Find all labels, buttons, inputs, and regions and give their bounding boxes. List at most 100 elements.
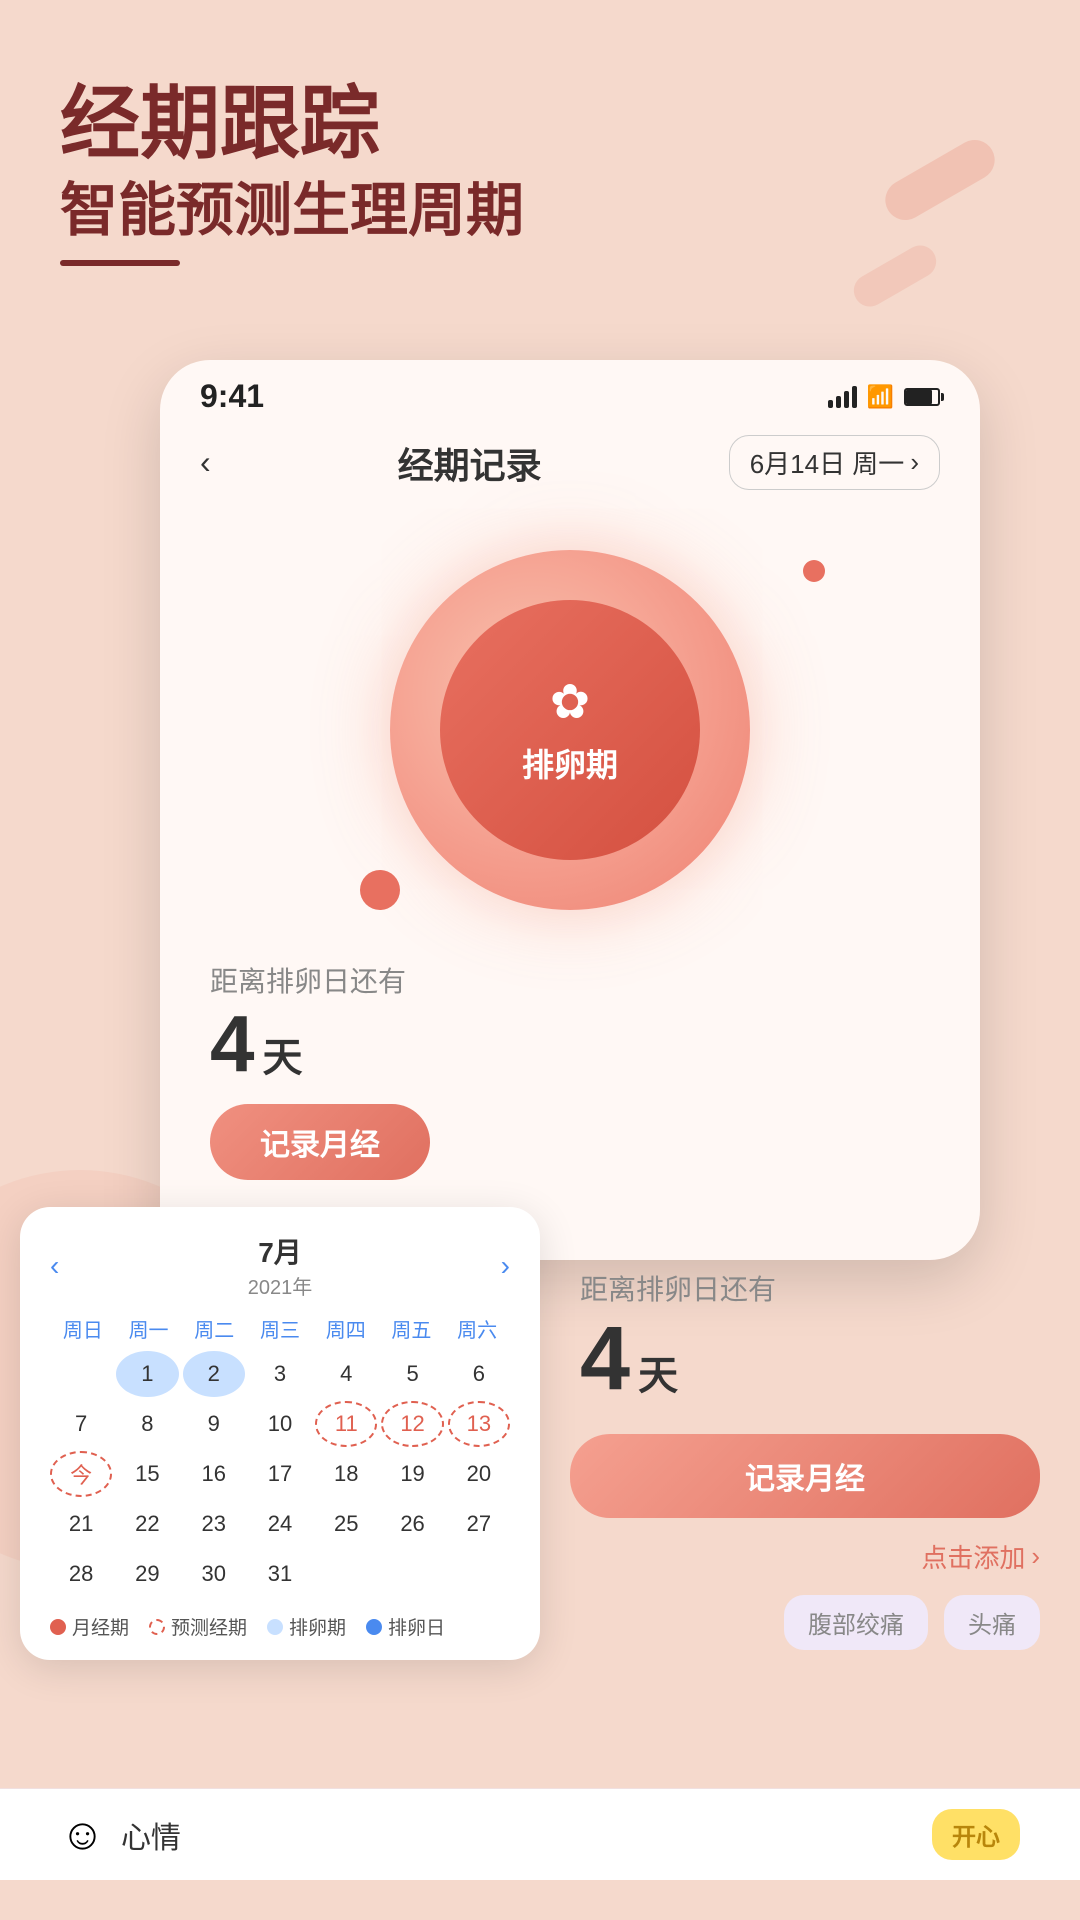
dot-decoration-bottom [360, 870, 400, 910]
cal-day-1[interactable]: 1 [116, 1351, 178, 1397]
flower-icon: ✿ [550, 674, 590, 730]
cal-day-8[interactable]: 8 [116, 1401, 178, 1447]
cal-day-15[interactable]: 15 [116, 1451, 178, 1497]
cal-day-28[interactable]: 28 [50, 1551, 112, 1597]
phase-circle-inner: ✿ 排卵期 [440, 600, 700, 860]
cal-day-7[interactable]: 7 [50, 1401, 112, 1447]
legend-dot-period [50, 1619, 66, 1635]
record-btn[interactable]: 记录月经 [570, 1434, 1040, 1518]
cal-day-12[interactable]: 12 [381, 1401, 443, 1447]
cal-day-6[interactable]: 6 [448, 1351, 510, 1397]
countdown-days-number: 4 [580, 1314, 630, 1404]
cal-day-19[interactable]: 19 [381, 1451, 443, 1497]
cal-day-18[interactable]: 18 [315, 1451, 377, 1497]
legend-dot-ovulation-period [267, 1619, 283, 1635]
title-underline [60, 260, 180, 266]
calendar-month-name: 7月 [248, 1231, 313, 1271]
title-line2: 智能预测生理周期 [60, 176, 524, 246]
cal-day-5[interactable]: 5 [381, 1351, 443, 1397]
countdown-unit: 天 [263, 1025, 303, 1083]
phase-label: 排卵期 [522, 740, 618, 786]
add-more-button[interactable]: 点击添加 › [550, 1528, 1060, 1585]
calendar-days-grid: 1 2 3 4 5 6 7 8 9 10 11 12 13 今 15 16 17… [50, 1351, 510, 1597]
cal-day-10[interactable]: 10 [249, 1401, 311, 1447]
weekday-thu: 周四 [313, 1310, 379, 1347]
calendar-prev-button[interactable]: ‹ [50, 1250, 59, 1282]
mood-bar: ☺ 心情 开心 [0, 1788, 1080, 1880]
cal-day-9[interactable]: 9 [183, 1401, 245, 1447]
cal-day-13[interactable]: 13 [448, 1401, 510, 1447]
bg-decoration-1 [878, 133, 1002, 228]
legend-ovulation-day: 排卵日 [366, 1613, 445, 1640]
legend-label-ovulation-period: 排卵期 [289, 1613, 346, 1640]
cal-day-empty2 [315, 1551, 377, 1597]
cal-day-17[interactable]: 17 [249, 1451, 311, 1497]
cal-day-21[interactable]: 21 [50, 1501, 112, 1547]
cal-day-2[interactable]: 2 [183, 1351, 245, 1397]
cal-day-27[interactable]: 27 [448, 1501, 510, 1547]
cal-day-25[interactable]: 25 [315, 1501, 377, 1547]
add-more-text: 点击添加 [921, 1538, 1025, 1575]
cal-day-16[interactable]: 16 [183, 1451, 245, 1497]
legend-dot-predicted [149, 1619, 165, 1635]
add-more-arrow: › [1031, 1541, 1040, 1572]
countdown-days-unit: 天 [638, 1343, 678, 1401]
date-text: 6月14日 周一 [750, 444, 905, 481]
cal-day-24[interactable]: 24 [249, 1501, 311, 1547]
weekday-sat: 周六 [444, 1310, 510, 1347]
calendar-month-display: 7月 2021年 [248, 1231, 313, 1300]
record-menstrual-button[interactable]: 记录月经 [210, 1104, 430, 1180]
calendar-next-button[interactable]: › [501, 1250, 510, 1282]
cal-day-4[interactable]: 4 [315, 1351, 377, 1397]
battery-icon [904, 388, 940, 406]
date-selector[interactable]: 6月14日 周一 › [729, 435, 940, 490]
cal-day-22[interactable]: 22 [116, 1501, 178, 1547]
status-time: 9:41 [200, 378, 264, 415]
cal-day-11[interactable]: 11 [315, 1401, 377, 1447]
right-info-panel: 距离排卵日还有 4 天 记录月经 点击添加 › 腹部绞痛 头痛 [550, 1248, 1060, 1660]
cal-day-empty4 [448, 1551, 510, 1597]
countdown-subtitle: 距离排卵日还有 [580, 1268, 1030, 1308]
mood-badge[interactable]: 开心 [932, 1809, 1020, 1860]
weekday-mon: 周一 [116, 1310, 182, 1347]
legend-dot-ovulation-day [366, 1619, 382, 1635]
calendar-header: ‹ 7月 2021年 › [50, 1231, 510, 1300]
symptom-tag-1[interactable]: 腹部绞痛 [784, 1595, 928, 1650]
countdown-number: 4 [210, 1004, 255, 1084]
countdown-label: 距离排卵日还有 [210, 960, 930, 1000]
weekday-tue: 周二 [181, 1310, 247, 1347]
cal-day-29[interactable]: 29 [116, 1551, 178, 1597]
cal-day-26[interactable]: 26 [381, 1501, 443, 1547]
mood-left: ☺ 心情 [60, 1810, 181, 1860]
cal-day-3[interactable]: 3 [249, 1351, 311, 1397]
weekday-sun: 周日 [50, 1310, 116, 1347]
status-icons: 📶 [828, 384, 940, 410]
bg-decoration-2 [848, 240, 942, 313]
top-title-section: 经期跟踪 智能预测生理周期 [60, 80, 524, 266]
legend-label-predicted: 预测经期 [171, 1613, 247, 1640]
status-bar: 9:41 📶 [160, 360, 980, 425]
phone-mockup: 9:41 📶 ‹ 经期记录 6月14日 周一 › ✿ [160, 360, 980, 1260]
symptom-tags: 腹部绞痛 头痛 [550, 1585, 1060, 1660]
cal-day-30[interactable]: 30 [183, 1551, 245, 1597]
weekday-fri: 周五 [379, 1310, 445, 1347]
back-button[interactable]: ‹ [200, 444, 211, 481]
phase-circle-outer[interactable]: ✿ 排卵期 [390, 550, 750, 910]
symptom-tag-2[interactable]: 头痛 [944, 1595, 1040, 1650]
legend-label-period: 月经期 [72, 1613, 129, 1640]
cal-day-empty [50, 1351, 112, 1397]
calendar-year: 2021年 [248, 1271, 313, 1300]
legend-label-ovulation-day: 排卵日 [388, 1613, 445, 1640]
signal-icon [828, 386, 857, 408]
cal-day-23[interactable]: 23 [183, 1501, 245, 1547]
calendar-legend: 月经期 预测经期 排卵期 排卵日 [50, 1613, 510, 1640]
legend-period: 月经期 [50, 1613, 129, 1640]
page-title: 经期记录 [398, 437, 542, 489]
cal-day-20[interactable]: 20 [448, 1451, 510, 1497]
cal-day-31[interactable]: 31 [249, 1551, 311, 1597]
phase-display: ✿ 排卵期 [160, 520, 980, 940]
dot-decoration-top [803, 560, 825, 582]
calendar-card: ‹ 7月 2021年 › 周日 周一 周二 周三 周四 周五 周六 1 2 3 … [20, 1207, 540, 1660]
cal-day-today[interactable]: 今 [50, 1451, 112, 1497]
mood-label: 心情 [121, 1813, 181, 1857]
